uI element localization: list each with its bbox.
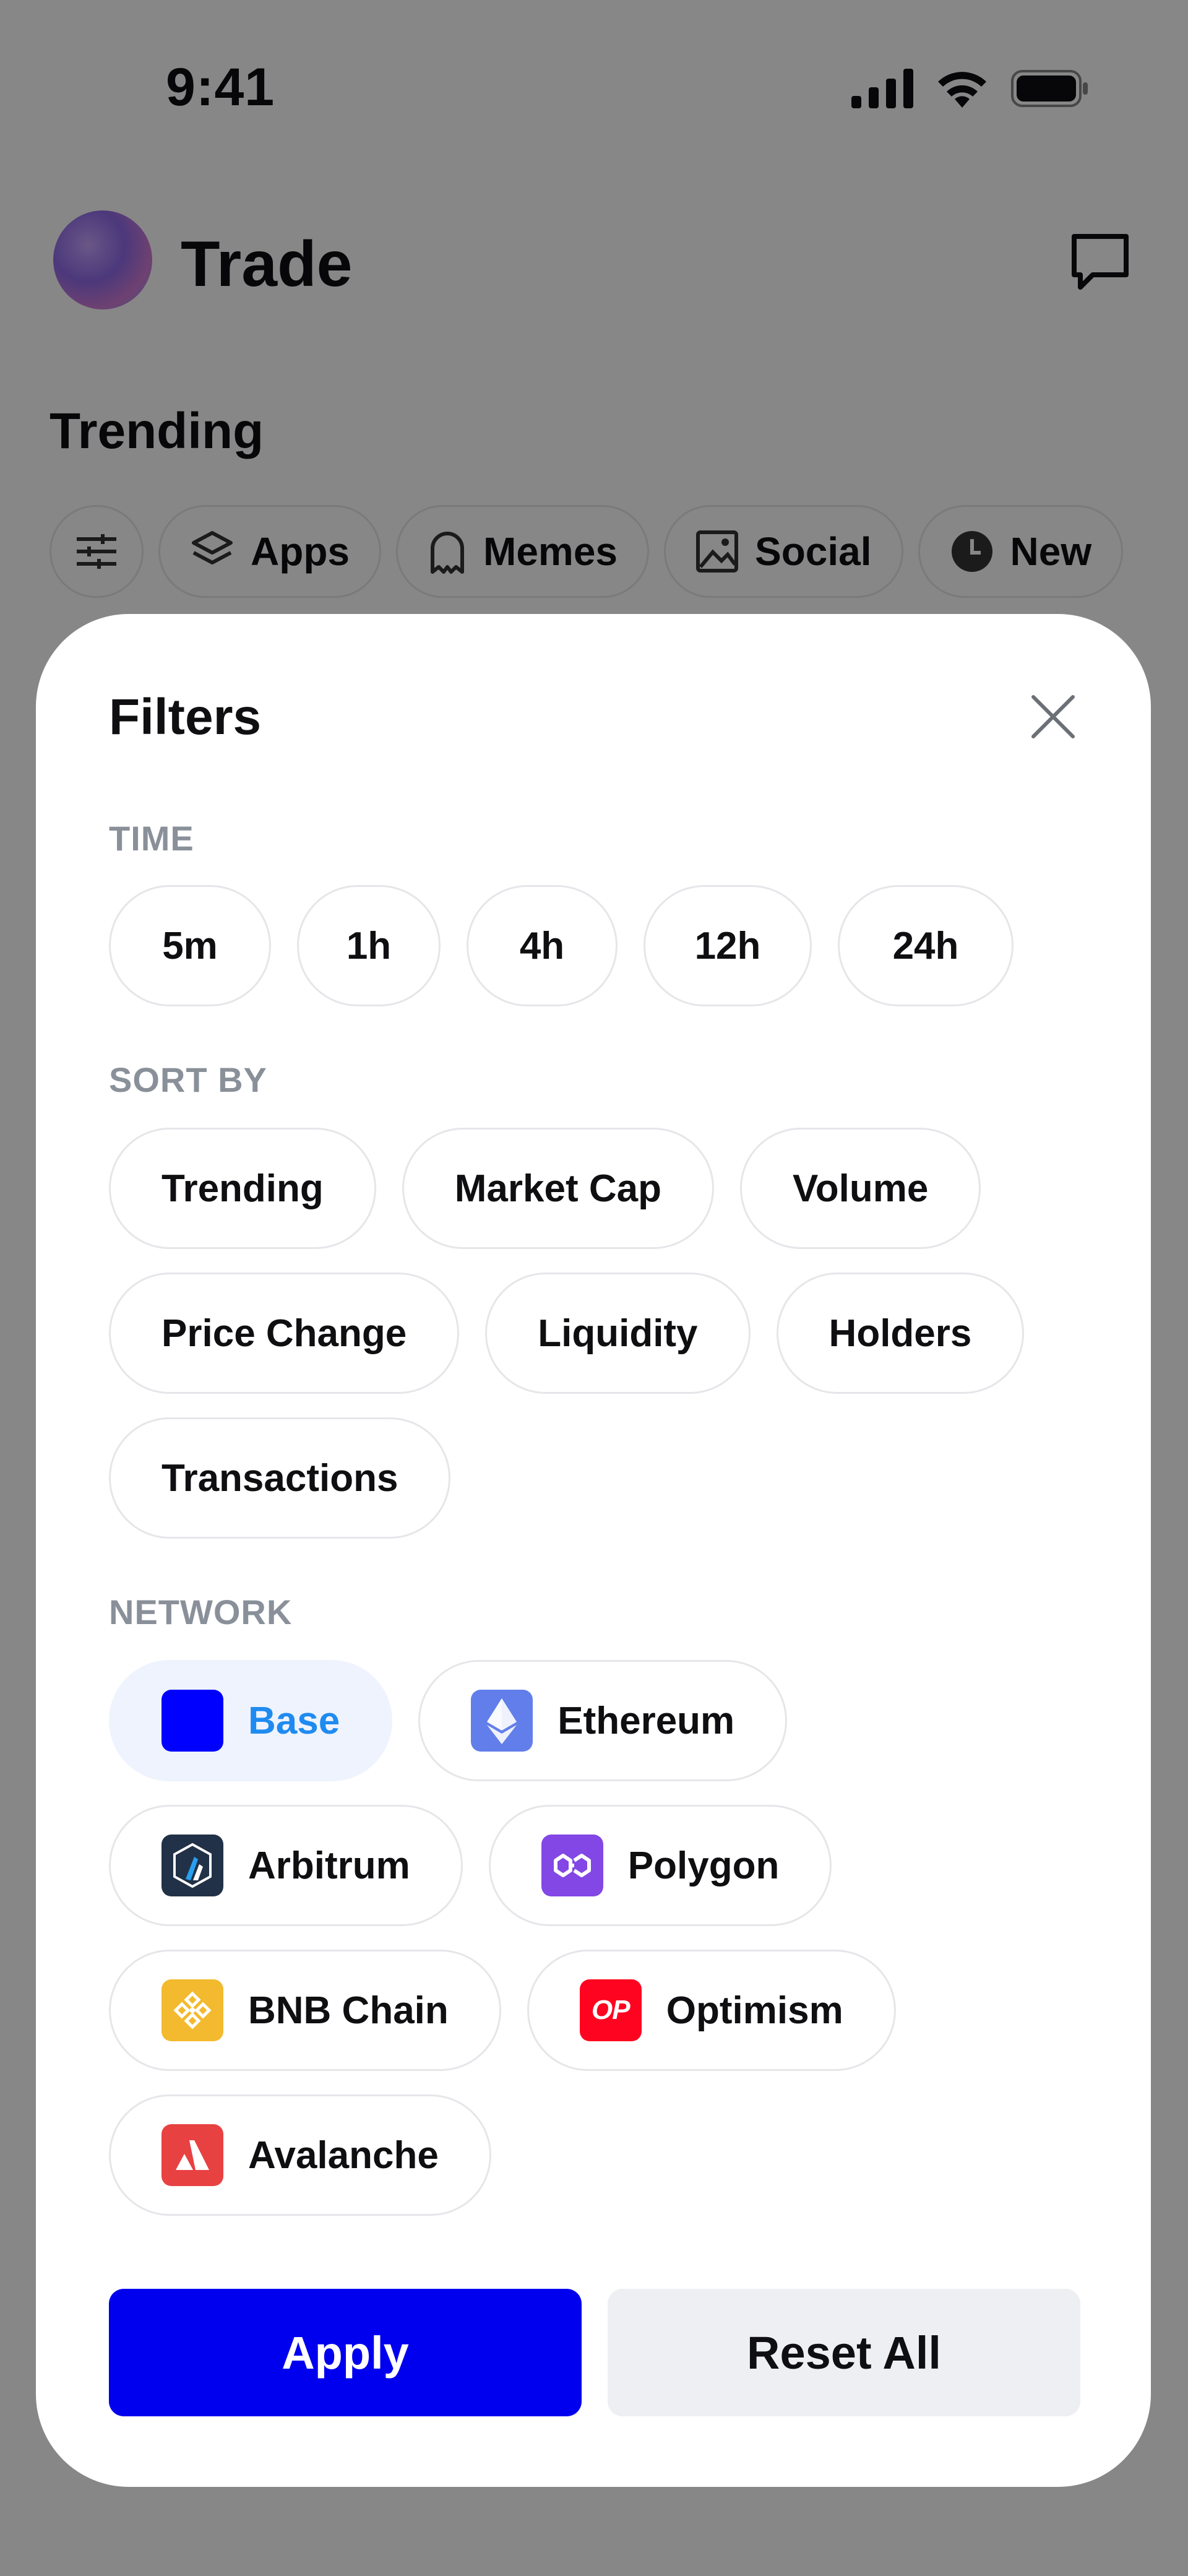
time-option-24h[interactable]: 24h	[838, 885, 1014, 1006]
filters-sheet: Filters TIME 5m 1h 4h 12h 24h SORT BY Tr…	[36, 614, 1151, 2487]
reset-all-button[interactable]: Reset All	[608, 2289, 1080, 2416]
time-label: TIME	[109, 819, 194, 858]
sort-option-liquidity[interactable]: Liquidity	[485, 1273, 751, 1394]
sort-by-label: SORT BY	[109, 1060, 267, 1099]
network-label-text: Base	[248, 1699, 340, 1742]
network-label: NETWORK	[109, 1593, 293, 1632]
sort-option-holders[interactable]: Holders	[776, 1273, 1025, 1394]
sort-option-price-change[interactable]: Price Change	[109, 1273, 460, 1394]
network-option-base[interactable]: Base	[109, 1660, 393, 1781]
time-options: 5m 1h 4h 12h 24h	[109, 885, 1014, 1006]
action-buttons: Apply Reset All	[109, 2289, 1080, 2416]
sort-options-row-3: Transactions	[109, 1417, 451, 1539]
apply-button[interactable]: Apply	[109, 2289, 582, 2416]
network-label-text: Polygon	[627, 1844, 780, 1887]
base-icon	[161, 1690, 223, 1752]
time-option-12h[interactable]: 12h	[644, 885, 812, 1006]
sort-options-row-2: Price Change Liquidity Holders	[109, 1273, 1025, 1394]
network-option-avalanche[interactable]: Avalanche	[109, 2094, 491, 2216]
filters-title: Filters	[109, 689, 262, 745]
network-label-text: Optimism	[666, 1989, 843, 2032]
network-label-text: Ethereum	[557, 1699, 735, 1742]
avalanche-icon	[161, 2124, 223, 2186]
sort-option-trending[interactable]: Trending	[109, 1128, 376, 1249]
arbitrum-icon	[161, 1835, 223, 1896]
sort-options-row-1: Trending Market Cap Volume	[109, 1128, 981, 1249]
network-label-text: BNB Chain	[248, 1989, 449, 2032]
network-option-bnb-chain[interactable]: BNB Chain	[109, 1950, 501, 2071]
optimism-icon: OP	[579, 1979, 642, 2041]
network-options-row-4: Avalanche	[109, 2094, 491, 2216]
network-option-optimism[interactable]: OP Optimism	[527, 1950, 896, 2071]
network-label-text: Arbitrum	[248, 1844, 410, 1887]
time-option-5m[interactable]: 5m	[109, 885, 271, 1006]
network-options-row-3: BNB Chain OP Optimism	[109, 1950, 896, 2071]
network-label-text: Avalanche	[248, 2133, 439, 2177]
network-option-ethereum[interactable]: Ethereum	[418, 1660, 788, 1781]
network-options-row-2: Arbitrum Polygon	[109, 1805, 832, 1926]
network-option-polygon[interactable]: Polygon	[488, 1805, 832, 1926]
polygon-icon	[541, 1835, 603, 1896]
sort-option-volume[interactable]: Volume	[740, 1128, 981, 1249]
sort-option-market-cap[interactable]: Market Cap	[402, 1128, 714, 1249]
network-options-row-1: Base Ethereum	[109, 1660, 788, 1781]
time-option-4h[interactable]: 4h	[467, 885, 618, 1006]
sort-option-transactions[interactable]: Transactions	[109, 1417, 451, 1539]
time-option-1h[interactable]: 1h	[297, 885, 441, 1006]
close-icon[interactable]	[1028, 692, 1078, 741]
ethereum-icon	[471, 1690, 533, 1752]
network-option-arbitrum[interactable]: Arbitrum	[109, 1805, 463, 1926]
bnb-icon	[161, 1979, 223, 2041]
